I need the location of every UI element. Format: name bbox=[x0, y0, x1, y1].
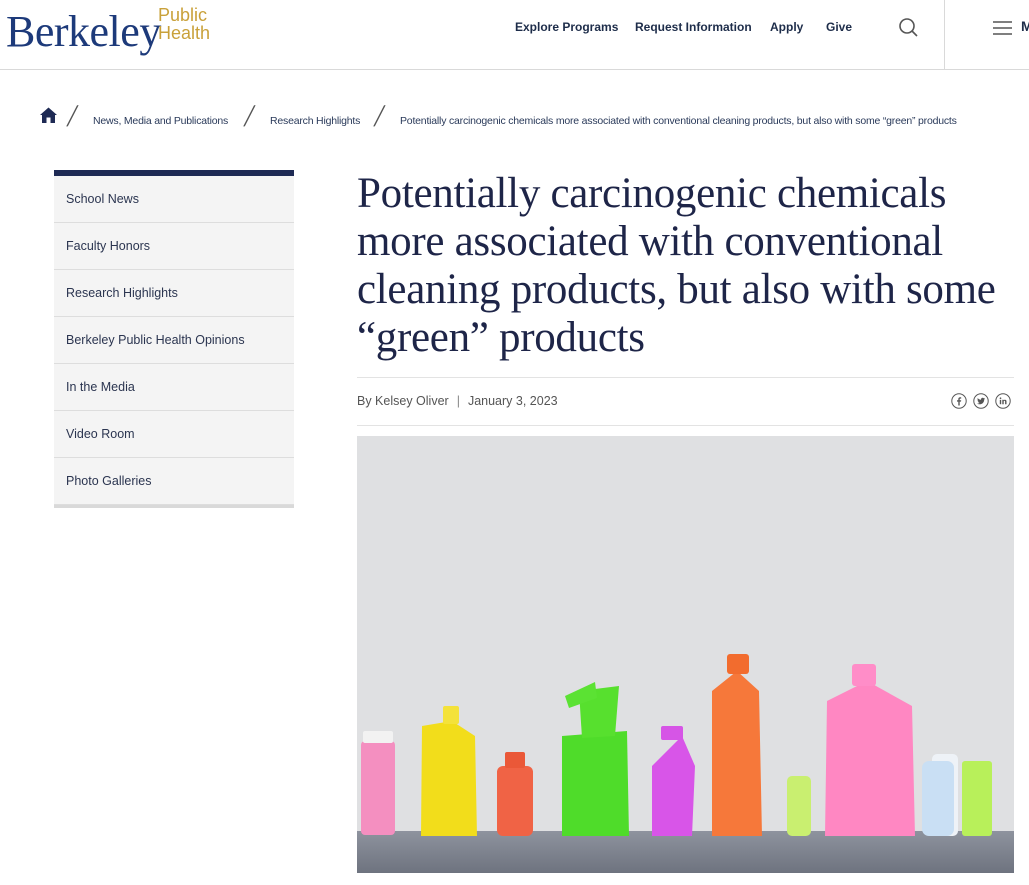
breadcrumb-news-media[interactable]: News, Media and Publications bbox=[93, 115, 228, 127]
meta-separator: | bbox=[456, 394, 460, 408]
logo-subtitle-line1: Public bbox=[158, 5, 208, 25]
nav-explore-programs[interactable]: Explore Programs bbox=[515, 20, 618, 34]
berkeley-public-health-logo[interactable]: Berkeley bbox=[6, 4, 161, 60]
sidebar-item-in-the-media[interactable]: In the Media bbox=[54, 364, 294, 411]
search-button[interactable] bbox=[893, 14, 923, 44]
site-header: Berkeley Public Health Explore Programs … bbox=[0, 0, 1029, 70]
menu-button[interactable]: M bbox=[992, 18, 1029, 40]
sidebar-item-faculty-honors[interactable]: Faculty Honors bbox=[54, 223, 294, 270]
sidebar-item-research-highlights[interactable]: Research Highlights bbox=[54, 270, 294, 317]
menu-label: M bbox=[1021, 18, 1029, 34]
nav-apply[interactable]: Apply bbox=[770, 20, 803, 34]
breadcrumb-separator: ╱ bbox=[67, 106, 78, 126]
article-byline: By Kelsey Oliver bbox=[357, 394, 449, 408]
nav-request-information[interactable]: Request Information bbox=[635, 20, 752, 34]
twitter-icon bbox=[973, 393, 989, 409]
linkedin-icon bbox=[995, 393, 1011, 409]
logo-wordmark: Berkeley bbox=[6, 7, 161, 56]
nav-give[interactable]: Give bbox=[826, 20, 852, 34]
home-icon bbox=[40, 107, 57, 123]
breadcrumb: ╱ News, Media and Publications ╱ Researc… bbox=[39, 104, 1019, 132]
sidebar-item-photo-galleries[interactable]: Photo Galleries bbox=[54, 458, 294, 505]
breadcrumb-separator: ╱ bbox=[374, 106, 385, 126]
article-meta: By Kelsey Oliver | January 3, 2023 bbox=[357, 394, 558, 408]
sidebar-item-video-room[interactable]: Video Room bbox=[54, 411, 294, 458]
breadcrumb-research-highlights[interactable]: Research Highlights bbox=[270, 115, 360, 127]
facebook-icon bbox=[951, 393, 967, 409]
hamburger-menu-icon bbox=[993, 21, 1012, 35]
share-twitter-button[interactable] bbox=[973, 393, 989, 409]
sidebar-bottom-rule bbox=[54, 505, 294, 508]
breadcrumb-separator: ╱ bbox=[244, 106, 255, 126]
meta-divider bbox=[357, 377, 1014, 378]
header-divider bbox=[944, 0, 945, 69]
sidebar-item-bph-opinions[interactable]: Berkeley Public Health Opinions bbox=[54, 317, 294, 364]
logo-subtitle-line2: Health bbox=[158, 23, 211, 43]
article-hero-image bbox=[357, 436, 1014, 873]
share-linkedin-button[interactable] bbox=[995, 393, 1011, 409]
search-icon bbox=[899, 18, 918, 37]
breadcrumb-current-page: Potentially carcinogenic chemicals more … bbox=[400, 115, 957, 127]
logo-subtitle: Public Health bbox=[158, 6, 210, 42]
section-sidebar-nav: School News Faculty Honors Research High… bbox=[54, 170, 294, 508]
meta-divider bbox=[357, 425, 1014, 426]
cleaning-bottles-image bbox=[357, 436, 1014, 873]
article-date: January 3, 2023 bbox=[467, 394, 558, 408]
sidebar-item-school-news[interactable]: School News bbox=[54, 176, 294, 223]
breadcrumb-home[interactable] bbox=[39, 106, 59, 124]
share-facebook-button[interactable] bbox=[951, 393, 967, 409]
article-title: Potentially carcinogenic chemicals more … bbox=[357, 170, 996, 361]
